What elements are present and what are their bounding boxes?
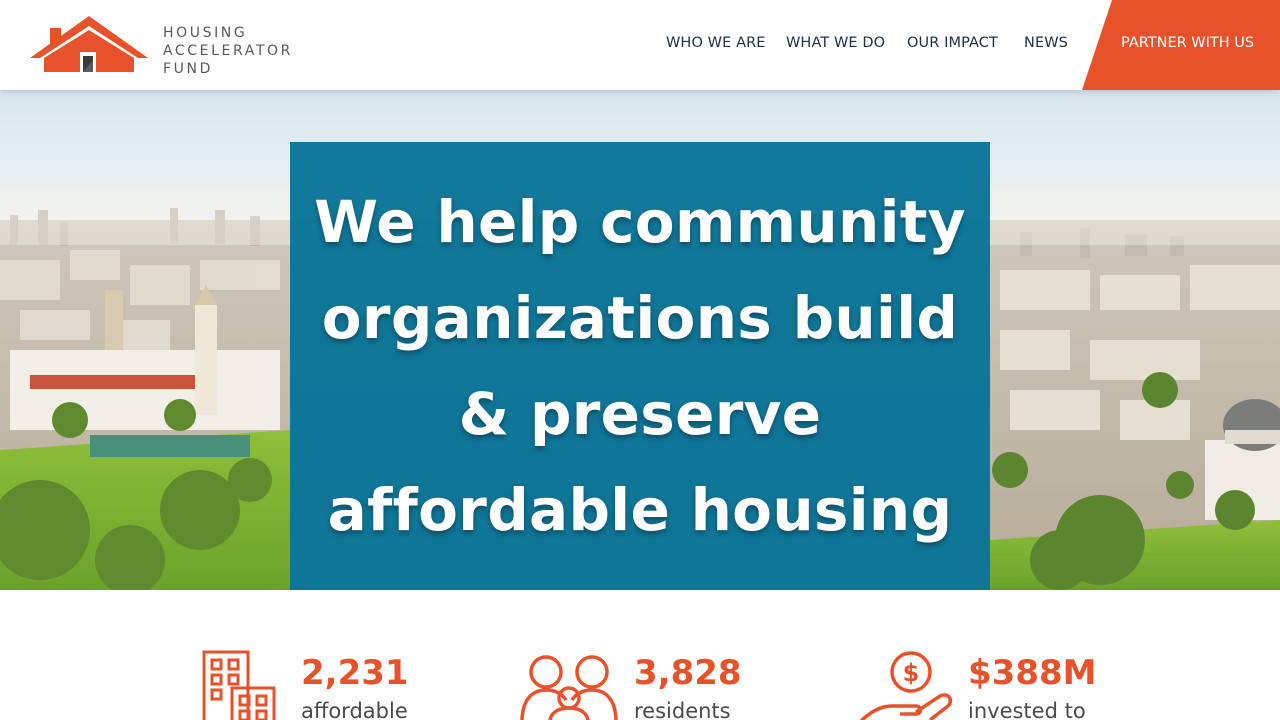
partner-with-us-label: PARTNER WITH US — [1121, 35, 1255, 51]
hero-heading-line-2: organizations build — [321, 284, 959, 352]
nav-news[interactable]: NEWS — [1024, 35, 1068, 51]
hero-panel: We help community organizations build & … — [290, 142, 990, 590]
stat-number: 3,828 — [634, 653, 742, 693]
stat-label: residents — [634, 699, 731, 720]
hero-heading-line-4: affordable housing — [327, 476, 953, 544]
hand-coin-icon: $ — [859, 651, 953, 720]
hero-heading-line-3: & preserve — [458, 380, 822, 448]
partner-with-us-button[interactable]: PARTNER WITH US — [1082, 0, 1280, 90]
building-icon — [202, 650, 276, 720]
svg-text:$: $ — [903, 659, 920, 687]
stat-invested: $ $388M invested to — [856, 650, 1156, 720]
site-header: HOUSING ACCELERATOR FUND WHO WE ARE WHAT… — [0, 0, 1280, 90]
hero-section: We help community organizations build & … — [0, 90, 1280, 590]
nav-our-impact[interactable]: OUR IMPACT — [907, 35, 998, 51]
nav-who-we-are[interactable]: WHO WE ARE — [666, 35, 766, 51]
stat-affordable: 2,231 affordable — [202, 650, 462, 720]
stat-residents: 3,828 residents — [518, 650, 778, 720]
stat-label: affordable — [301, 699, 408, 720]
hero-heading: We help community organizations build & … — [310, 174, 970, 558]
stat-number: 2,231 — [301, 653, 409, 693]
stat-label: invested to — [968, 699, 1086, 720]
impact-stats: 2,231 affordable 3,828 residents $ $388M… — [0, 590, 1280, 720]
nav-what-we-do[interactable]: WHAT WE DO — [786, 35, 885, 51]
hero-heading-line-1: We help community — [314, 188, 966, 256]
people-icon — [520, 655, 618, 720]
stat-number: $388M — [968, 653, 1097, 693]
